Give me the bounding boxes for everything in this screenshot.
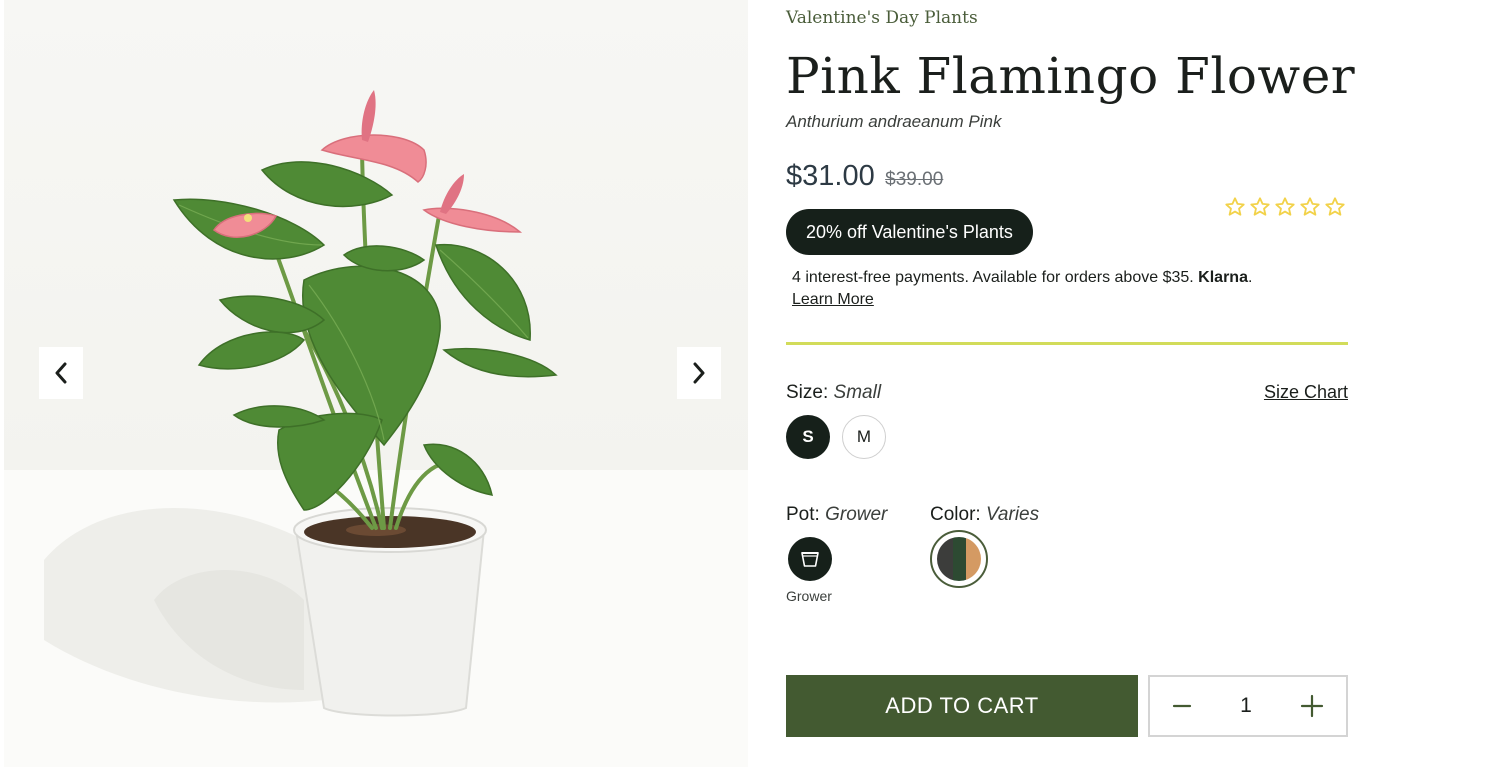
- chevron-right-icon: [693, 362, 705, 384]
- star-outline-icon: [1225, 197, 1245, 216]
- add-to-cart-button[interactable]: ADD TO CART: [786, 675, 1138, 737]
- collection-link[interactable]: Valentine's Day Plants: [786, 8, 978, 28]
- color-selected-value: Varies: [985, 504, 1040, 525]
- pot-selected-value: Grower: [825, 504, 888, 525]
- product-page: Valentine's Day Plants Pink Flamingo Flo…: [0, 0, 1498, 767]
- rating-stars[interactable]: [1224, 196, 1346, 218]
- klarna-learn-more-link[interactable]: Learn More: [792, 291, 874, 308]
- price-row: $31.00 $39.00: [786, 160, 943, 193]
- section-divider: [786, 342, 1348, 345]
- pot-icon: [801, 552, 819, 567]
- size-option-s[interactable]: S: [786, 415, 830, 459]
- quantity-stepper: 1: [1148, 675, 1348, 737]
- gallery-prev-button[interactable]: [39, 347, 83, 399]
- quantity-value[interactable]: 1: [1240, 694, 1252, 718]
- klarna-text: 4 interest-free payments. Available for …: [792, 269, 1194, 286]
- size-selected-value: Small: [833, 382, 882, 403]
- quantity-decrease-button[interactable]: [1172, 696, 1192, 716]
- star-outline-icon: [1325, 197, 1345, 216]
- multi-color-swatch-icon: [937, 537, 981, 581]
- klarna-brand: Klarna: [1198, 269, 1248, 286]
- product-latin-name: Anthurium andraeanum Pink: [786, 112, 1002, 131]
- product-image-gallery: [4, 0, 748, 767]
- color-option-varies[interactable]: [930, 530, 988, 588]
- minus-icon: [1172, 704, 1192, 708]
- pot-option-label: Pot: Grower: [786, 504, 888, 525]
- promo-badge: 20% off Valentine's Plants: [786, 209, 1033, 255]
- sale-price: $31.00: [786, 160, 875, 192]
- product-title: Pink Flamingo Flower: [786, 47, 1356, 105]
- pot-option-caption: Grower: [786, 588, 832, 604]
- chevron-left-icon: [55, 362, 67, 384]
- pot-option-grower[interactable]: [788, 537, 832, 581]
- size-option-m[interactable]: M: [842, 415, 886, 459]
- star-outline-icon: [1300, 197, 1320, 216]
- color-option-label: Color: Varies: [930, 504, 1040, 525]
- klarna-message: 4 interest-free payments. Available for …: [792, 269, 1253, 308]
- gallery-next-button[interactable]: [677, 347, 721, 399]
- quantity-increase-button[interactable]: [1300, 694, 1324, 718]
- size-chart-link[interactable]: Size Chart: [1264, 382, 1348, 403]
- plus-icon: [1300, 694, 1324, 718]
- star-outline-icon: [1250, 197, 1270, 216]
- size-option-label: Size: Small: [786, 382, 882, 403]
- original-price: $39.00: [885, 169, 944, 190]
- star-outline-icon: [1275, 197, 1295, 216]
- product-photo-pink-flamingo-flower: [44, 90, 558, 717]
